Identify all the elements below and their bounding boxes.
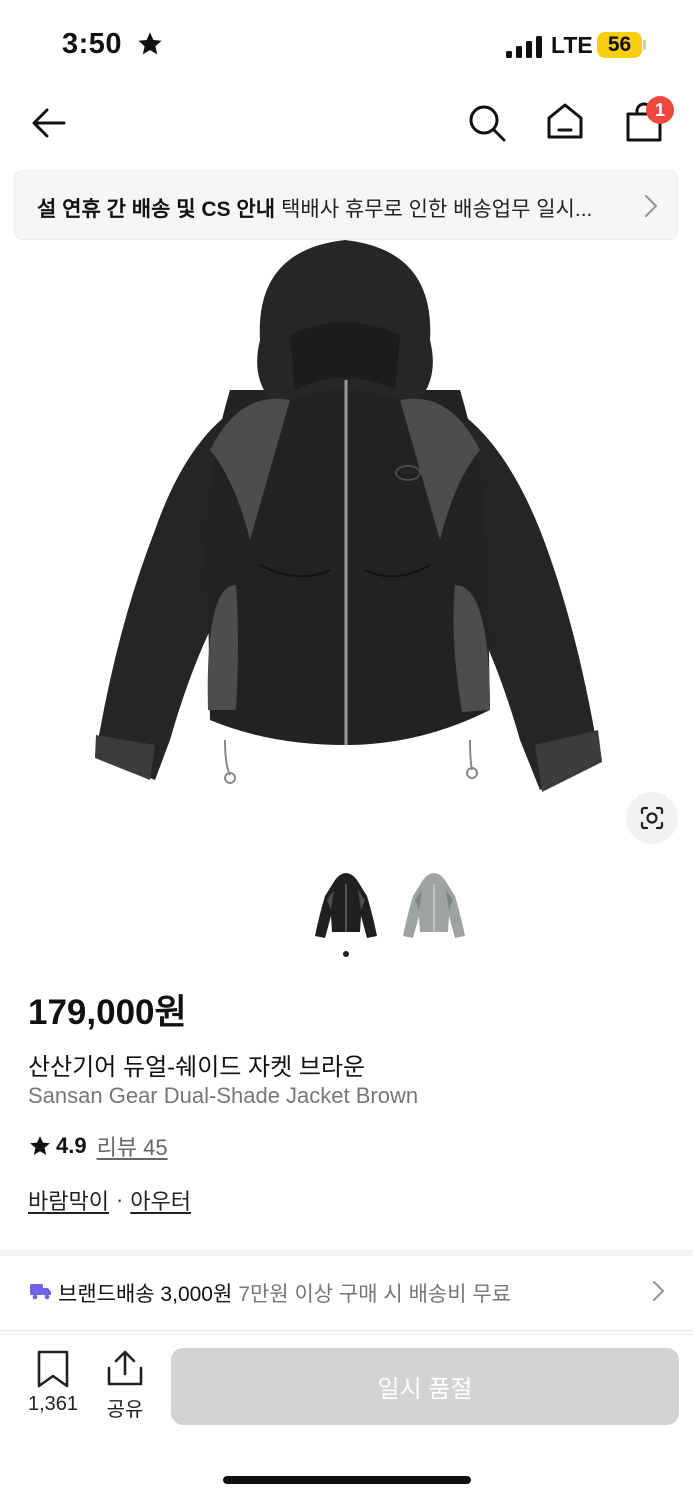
home-indicator[interactable] xyxy=(223,1476,471,1484)
thumbnail-black[interactable] xyxy=(313,866,379,942)
home-icon[interactable] xyxy=(544,100,586,142)
rating-row: 4.9 리뷰 45 xyxy=(28,1131,168,1161)
product-name-korean: 산산기어 듀얼-쉐이드 자켓 브라운 xyxy=(28,1054,366,1081)
category-separator: · xyxy=(115,1187,124,1212)
status-bar: 3:50 LTE 56 xyxy=(0,0,693,90)
product-name-english: Sansan Gear Dual-Shade Jacket Brown xyxy=(28,1083,419,1108)
product-image[interactable] xyxy=(0,240,693,845)
review-count-link[interactable]: 리뷰 45 xyxy=(97,1130,168,1162)
star-icon xyxy=(138,32,162,55)
notice-body: 택배사 휴무로 인한 배송업무 일시... xyxy=(281,198,593,221)
product-price: 179,000원 xyxy=(28,993,187,1032)
camera-search-icon xyxy=(640,806,664,830)
notice-title: 설 연휴 간 배송 및 CS 안내 xyxy=(37,198,276,221)
wishlist-button[interactable]: 1,361 xyxy=(22,1350,84,1420)
shipping-text: 브랜드배송 3,000원 7만원 이상 구매 시 배송비 무료 xyxy=(58,1278,511,1308)
network-label: LTE xyxy=(551,32,593,58)
search-icon[interactable] xyxy=(466,102,508,144)
star-rating-icon xyxy=(30,1136,50,1155)
signal-icon xyxy=(506,36,542,58)
category-links: 바람막이 · 아우터 xyxy=(28,1184,191,1216)
shipping-fee: 브랜드배송 3,000원 xyxy=(58,1283,233,1306)
section-divider xyxy=(0,1330,693,1331)
chevron-right-icon xyxy=(652,1280,665,1302)
battery-tip xyxy=(643,40,646,50)
free-shipping-note: 7만원 이상 구매 시 배송비 무료 xyxy=(238,1283,512,1306)
notice-text: 설 연휴 간 배송 및 CS 안내 택배사 휴무로 인한 배송업무 일시... xyxy=(37,193,627,223)
bookmark-icon xyxy=(37,1350,69,1388)
rating-value: 4.9 xyxy=(56,1133,87,1158)
sold-out-button[interactable]: 일시 품절 xyxy=(171,1348,679,1425)
thumbnail-gray[interactable] xyxy=(401,866,467,942)
shipping-info-row[interactable]: 브랜드배송 3,000원 7만원 이상 구매 시 배송비 무료 xyxy=(0,1256,693,1326)
share-label: 공유 xyxy=(106,1399,144,1421)
cart-count-badge: 1 xyxy=(646,96,674,124)
back-arrow-icon[interactable] xyxy=(28,102,70,144)
status-time: 3:50 xyxy=(62,28,123,60)
category-link-windbreaker[interactable]: 바람막이 xyxy=(28,1184,109,1216)
delivery-truck-icon xyxy=(30,1284,51,1300)
wishlist-count: 1,361 xyxy=(27,1393,79,1415)
notice-banner[interactable]: 설 연휴 간 배송 및 CS 안내 택배사 휴무로 인한 배송업무 일시... xyxy=(14,170,678,240)
share-button[interactable]: 공유 xyxy=(100,1350,150,1421)
share-icon xyxy=(107,1350,143,1386)
category-link-outer[interactable]: 아우터 xyxy=(130,1184,191,1216)
chevron-right-icon xyxy=(644,194,658,218)
visual-search-button[interactable] xyxy=(626,792,678,844)
battery-indicator: 56 xyxy=(597,32,642,58)
gallery-indicator-dot xyxy=(343,951,349,957)
